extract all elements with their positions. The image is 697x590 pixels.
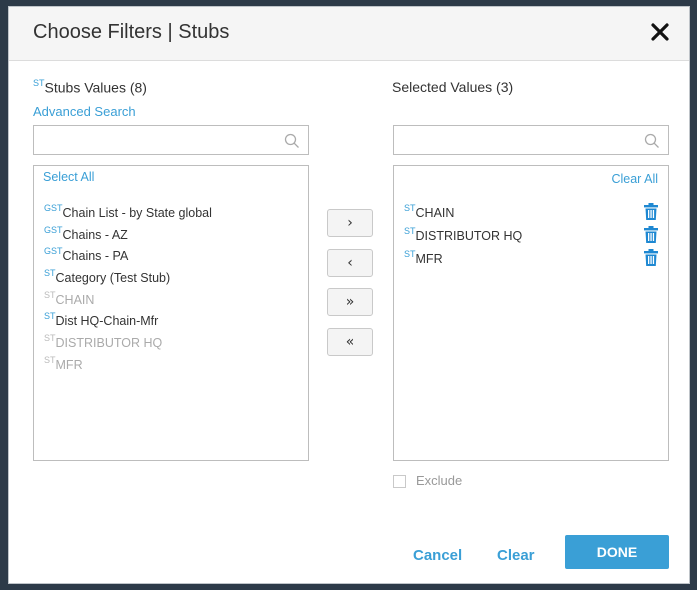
stub-item-label: MFR: [55, 358, 83, 373]
stub-type-badge: GST: [44, 246, 63, 256]
stub-list-item[interactable]: STCategory (Test Stub): [44, 268, 171, 286]
stub-type-badge: ST: [33, 78, 45, 88]
stub-list-item: STDISTRIBUTOR HQ: [44, 333, 163, 351]
stub-list-item[interactable]: STDist HQ-Chain-Mfr: [44, 311, 159, 329]
selected-item-label: DISTRIBUTOR HQ: [415, 229, 523, 244]
selected-values-title: Selected Values (3): [392, 79, 514, 95]
stub-type-badge: GST: [44, 203, 63, 213]
stub-type-badge: ST: [404, 249, 416, 259]
search-icon[interactable]: [284, 133, 300, 149]
selected-list-item[interactable]: STMFR: [404, 249, 443, 267]
stub-list-item: STCHAIN: [44, 290, 95, 308]
stubs-values-list: Select All GSTChain List - by State glob…: [33, 165, 309, 461]
clear-button[interactable]: Clear: [497, 547, 535, 564]
stubs-search-box: [33, 125, 309, 155]
selected-item-label: MFR: [415, 252, 443, 267]
exclude-label: Exclude: [416, 473, 463, 488]
exclude-checkbox[interactable]: [393, 475, 406, 488]
stubs-search-input[interactable]: [34, 126, 278, 154]
selected-search-box: [393, 125, 669, 155]
stub-list-item[interactable]: GSTChain List - by State global: [44, 203, 212, 221]
selected-search-input[interactable]: [394, 126, 638, 154]
choose-filters-dialog: Choose Filters | Stubs STStubs Values (8…: [8, 6, 690, 584]
selected-list-item[interactable]: STCHAIN: [404, 203, 455, 221]
stub-type-badge: ST: [44, 355, 56, 365]
search-icon[interactable]: [644, 133, 660, 149]
clear-all-link[interactable]: Clear All: [611, 172, 658, 186]
stub-item-label: Chains - AZ: [62, 228, 128, 243]
selected-values-list: Clear All STCHAIN STDISTRIBUTOR HQ STMFR: [393, 165, 669, 461]
stub-type-badge: GST: [44, 225, 63, 235]
stub-type-badge: ST: [44, 333, 56, 343]
stub-type-badge: ST: [44, 290, 56, 300]
close-button[interactable]: [645, 17, 675, 47]
trash-icon[interactable]: [644, 203, 658, 220]
stub-list-item[interactable]: GSTChains - PA: [44, 246, 129, 264]
dialog-title: Choose Filters | Stubs: [33, 21, 230, 43]
stub-item-label: Chain List - by State global: [62, 206, 212, 221]
stub-type-badge: ST: [44, 268, 56, 278]
stub-item-label: Category (Test Stub): [55, 271, 171, 286]
add-all-button[interactable]: »: [327, 288, 373, 316]
stub-type-badge: ST: [44, 311, 56, 321]
stub-item-label: Dist HQ-Chain-Mfr: [55, 314, 159, 329]
stub-item-label: DISTRIBUTOR HQ: [55, 336, 163, 351]
trash-icon[interactable]: [644, 226, 658, 243]
select-all-link[interactable]: Select All: [43, 170, 94, 184]
stub-item-label: Chains - PA: [62, 249, 129, 264]
stubs-values-heading: STStubs Values (8): [33, 78, 147, 96]
remove-all-button[interactable]: «: [327, 328, 373, 356]
stub-type-badge: ST: [404, 226, 416, 236]
stub-item-label: CHAIN: [55, 293, 95, 308]
dialog-header: Choose Filters | Stubs: [9, 7, 689, 61]
stub-list-item: STMFR: [44, 355, 83, 373]
advanced-search-link[interactable]: Advanced Search: [33, 104, 136, 119]
add-selected-button[interactable]: ›: [327, 209, 373, 237]
stub-type-badge: ST: [404, 203, 416, 213]
cancel-button[interactable]: Cancel: [413, 547, 462, 564]
remove-selected-button[interactable]: ‹: [327, 249, 373, 277]
selected-list-item[interactable]: STDISTRIBUTOR HQ: [404, 226, 523, 244]
selected-item-label: CHAIN: [415, 206, 455, 221]
stubs-values-title: Stubs Values (8): [44, 79, 147, 96]
trash-icon[interactable]: [644, 249, 658, 266]
close-icon: [651, 23, 669, 41]
done-button[interactable]: DONE: [565, 535, 669, 569]
stub-list-item[interactable]: GSTChains - AZ: [44, 225, 128, 243]
